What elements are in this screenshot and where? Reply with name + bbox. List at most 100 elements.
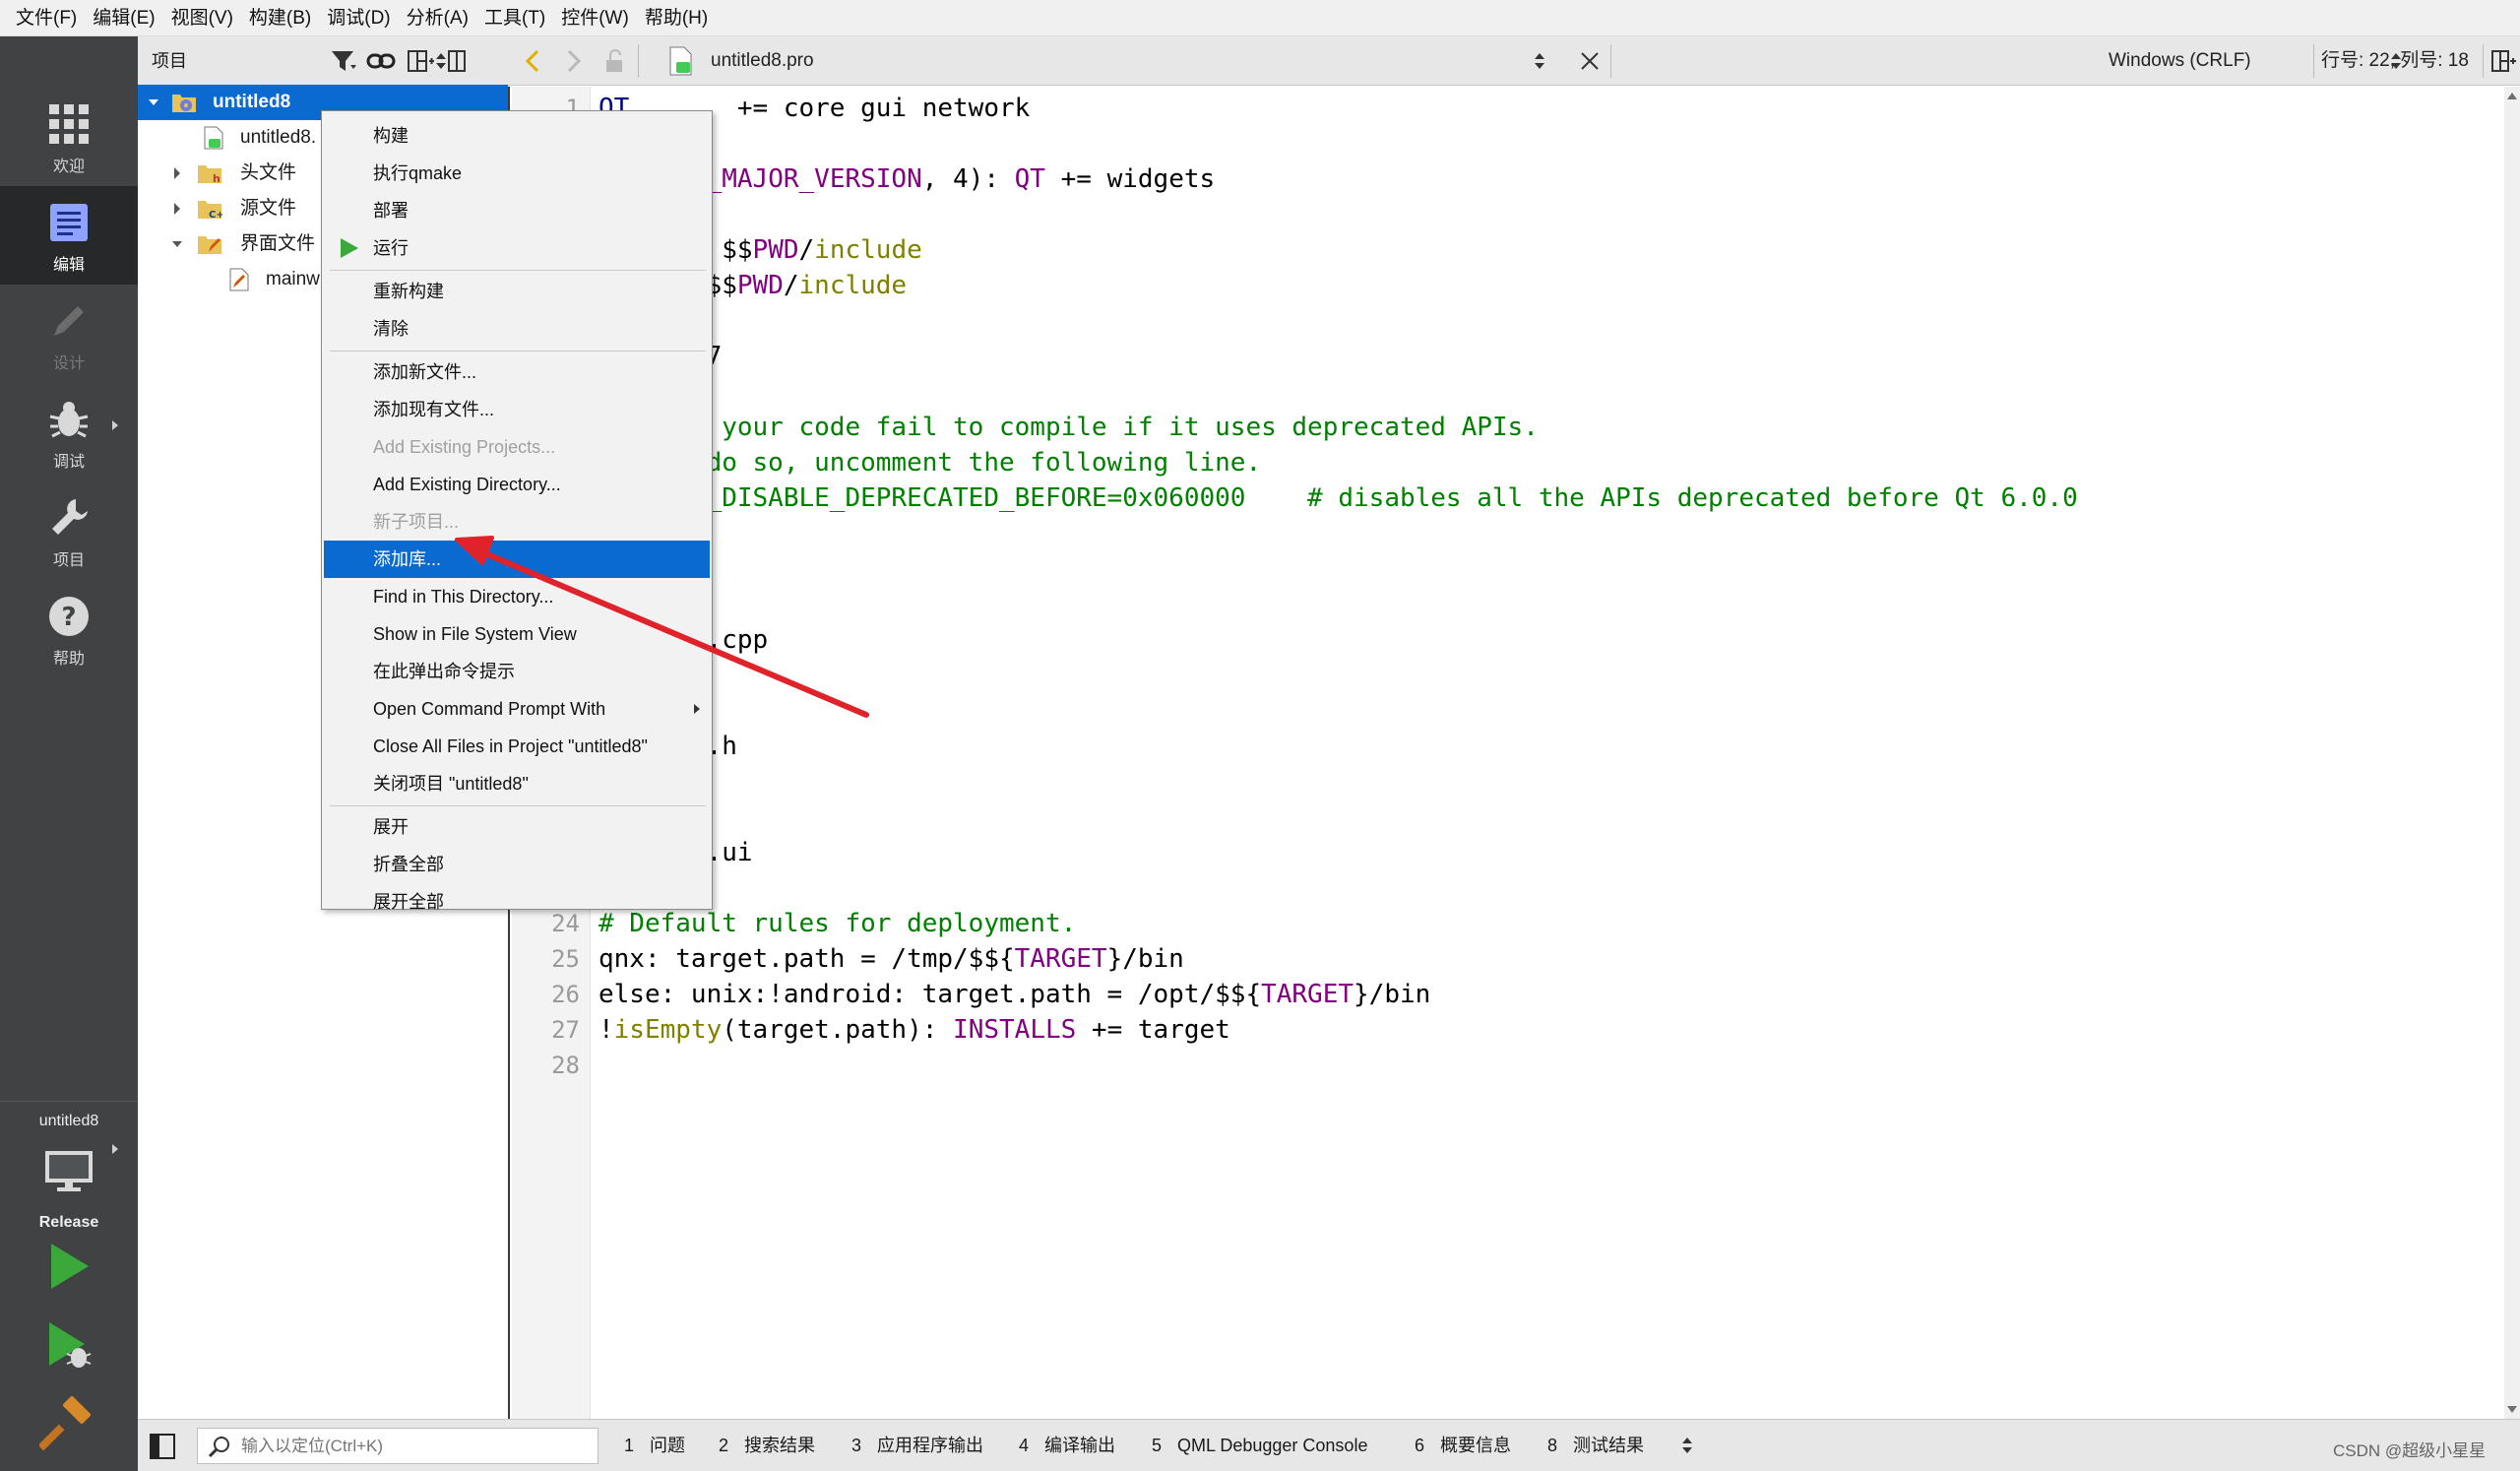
link-sync-icon[interactable] bbox=[366, 47, 396, 75]
output-pane-button[interactable]: 5 QML Debugger Console bbox=[1152, 1420, 1367, 1471]
scroll-up-icon[interactable] bbox=[2507, 93, 2517, 99]
debug-run-icon[interactable] bbox=[39, 1316, 96, 1374]
form-folder-icon bbox=[198, 236, 221, 254]
code-token: include bbox=[814, 235, 922, 265]
qt-file-icon bbox=[669, 46, 692, 76]
back-arrow-icon[interactable] bbox=[522, 48, 545, 74]
mode-debug[interactable]: 调试 bbox=[0, 383, 138, 481]
context-menu-label: 添加现有文件... bbox=[373, 400, 495, 419]
code-token: isEmpty bbox=[613, 1015, 723, 1045]
mode-design[interactable]: 设计 bbox=[0, 285, 138, 383]
toolbar-divider bbox=[638, 44, 639, 78]
collapse-caret-icon[interactable] bbox=[146, 85, 161, 120]
line-number: 27 bbox=[551, 1016, 580, 1044]
menu-help[interactable]: 帮助(H) bbox=[637, 0, 716, 36]
context-menu-label: Close All Files in Project "untitled8" bbox=[373, 736, 648, 756]
output-pane-button[interactable]: 8 测试结果 bbox=[1547, 1420, 1644, 1471]
menu-tools[interactable]: 工具(T) bbox=[476, 0, 553, 36]
menu-edit[interactable]: 编辑(E) bbox=[85, 0, 162, 36]
line-number: 26 bbox=[551, 981, 580, 1008]
menu-widgets[interactable]: 控件(W) bbox=[553, 0, 637, 36]
context-menu-item[interactable]: 新子项目... bbox=[324, 503, 710, 541]
close-file-icon[interactable] bbox=[1579, 50, 1601, 72]
context-menu-item[interactable]: Find in This Directory... bbox=[324, 578, 710, 615]
code-editor[interactable]: QT += core gui networkThan(QT_MAJOR_VERS… bbox=[591, 87, 2504, 1419]
menu-file[interactable]: 文件(F) bbox=[8, 0, 85, 36]
lock-icon[interactable] bbox=[602, 48, 626, 74]
locator-box[interactable] bbox=[197, 1428, 598, 1464]
scroll-down-icon[interactable] bbox=[2507, 1406, 2517, 1413]
line-number: 25 bbox=[551, 945, 580, 973]
close-sidebar-icon[interactable] bbox=[443, 47, 472, 75]
toggle-sidebar-icon[interactable] bbox=[148, 1432, 177, 1461]
mode-welcome[interactable]: 欢迎 bbox=[0, 88, 138, 186]
qt-project-icon bbox=[172, 95, 196, 112]
context-menu-label: 部署 bbox=[373, 201, 409, 221]
context-menu-item[interactable]: 运行 bbox=[324, 229, 710, 267]
output-pane-button[interactable]: 2 搜索结果 bbox=[719, 1420, 815, 1471]
context-menu-item[interactable]: 展开 bbox=[324, 808, 710, 846]
kit-selector-arrow-icon[interactable] bbox=[112, 1144, 118, 1154]
mode-projects[interactable]: 项目 bbox=[0, 481, 138, 580]
context-menu-item[interactable]: 折叠全部 bbox=[324, 846, 710, 883]
toolbar-divider bbox=[2313, 44, 2314, 78]
split-view-icon[interactable] bbox=[406, 47, 435, 75]
expand-caret-icon[interactable] bbox=[169, 156, 185, 191]
run-icon[interactable] bbox=[39, 1238, 96, 1295]
line-number: 28 bbox=[551, 1052, 580, 1079]
code-token: QT bbox=[1014, 164, 1045, 194]
context-menu-item[interactable]: 展开全部 bbox=[324, 883, 710, 921]
output-pane-button[interactable]: 3 应用程序输出 bbox=[851, 1420, 983, 1471]
updown-arrow-icon[interactable] bbox=[1681, 1436, 1693, 1455]
open-file-name: untitled8.pro bbox=[711, 50, 814, 71]
context-menu-item[interactable]: Add Existing Directory... bbox=[324, 466, 710, 503]
context-menu-item[interactable]: Show in File System View bbox=[324, 615, 710, 653]
context-menu-item[interactable]: 添加库... bbox=[324, 541, 710, 578]
svg-text:?: ? bbox=[61, 603, 76, 632]
menu-analyze[interactable]: 分析(A) bbox=[399, 0, 476, 36]
context-menu-item[interactable]: Close All Files in Project "untitled8" bbox=[324, 728, 710, 765]
context-menu-label: 添加新文件... bbox=[373, 362, 477, 382]
editor-toolbar: untitled8.pro Windows (CRLF) 行号: 22, 列号:… bbox=[510, 36, 2520, 86]
menu-build[interactable]: 构建(B) bbox=[241, 0, 319, 36]
context-menu-label: 展开全部 bbox=[373, 892, 444, 912]
context-menu-item[interactable]: 重新构建 bbox=[324, 273, 710, 310]
context-menu-item[interactable]: 添加现有文件... bbox=[324, 391, 710, 428]
open-file-selector[interactable]: untitled8.pro bbox=[711, 36, 1557, 86]
split-view-icon[interactable] bbox=[2490, 48, 2516, 74]
context-menu-item[interactable]: 清除 bbox=[324, 310, 710, 348]
collapse-caret-icon[interactable] bbox=[169, 226, 185, 262]
filter-icon[interactable] bbox=[329, 47, 358, 75]
menu-view[interactable]: 视图(V) bbox=[163, 0, 241, 36]
pane-number: 4 bbox=[1019, 1436, 1030, 1455]
output-pane-button[interactable]: 1 问题 bbox=[624, 1420, 685, 1471]
context-menu-item[interactable]: 部署 bbox=[324, 192, 710, 229]
code-token: TARGET bbox=[1261, 980, 1354, 1009]
pane-number: 5 bbox=[1152, 1436, 1163, 1455]
context-menu-item[interactable]: Add Existing Projects... bbox=[324, 428, 710, 466]
mode-edit[interactable]: 编辑 bbox=[0, 186, 138, 285]
output-pane-button[interactable]: 4 编译输出 bbox=[1019, 1420, 1115, 1471]
tree-label: mainw bbox=[266, 269, 320, 289]
context-menu-item[interactable]: Open Command Prompt With bbox=[324, 690, 710, 728]
menu-debug[interactable]: 调试(D) bbox=[319, 0, 398, 36]
context-menu-item[interactable]: 执行qmake bbox=[324, 155, 710, 192]
cursor-position[interactable]: 行号: 22, 列号: 18 bbox=[2321, 36, 2469, 86]
hammer-build-icon[interactable] bbox=[39, 1395, 96, 1452]
mode-edit-label: 编辑 bbox=[52, 257, 85, 274]
monitor-icon[interactable] bbox=[43, 1149, 94, 1192]
context-menu-item[interactable]: 添加新文件... bbox=[324, 353, 710, 391]
code-token: ! bbox=[598, 1015, 614, 1045]
editor-scrollbar[interactable] bbox=[2504, 87, 2520, 1419]
ui-form-file-icon bbox=[229, 268, 249, 291]
expand-caret-icon[interactable] bbox=[169, 191, 185, 226]
context-menu-item[interactable]: 关闭项目 "untitled8" bbox=[324, 765, 710, 802]
source-folder-icon: C++ bbox=[198, 201, 222, 221]
mode-help[interactable]: ? 帮助 bbox=[0, 580, 138, 678]
forward-arrow-icon[interactable] bbox=[561, 48, 585, 74]
locator-input[interactable] bbox=[241, 1429, 586, 1463]
context-menu-item[interactable]: 在此弹出命令提示 bbox=[324, 653, 710, 690]
context-menu-item[interactable]: 构建 bbox=[324, 117, 710, 155]
output-pane-button[interactable]: 6 概要信息 bbox=[1415, 1420, 1511, 1471]
mode-projects-label: 项目 bbox=[52, 552, 85, 569]
